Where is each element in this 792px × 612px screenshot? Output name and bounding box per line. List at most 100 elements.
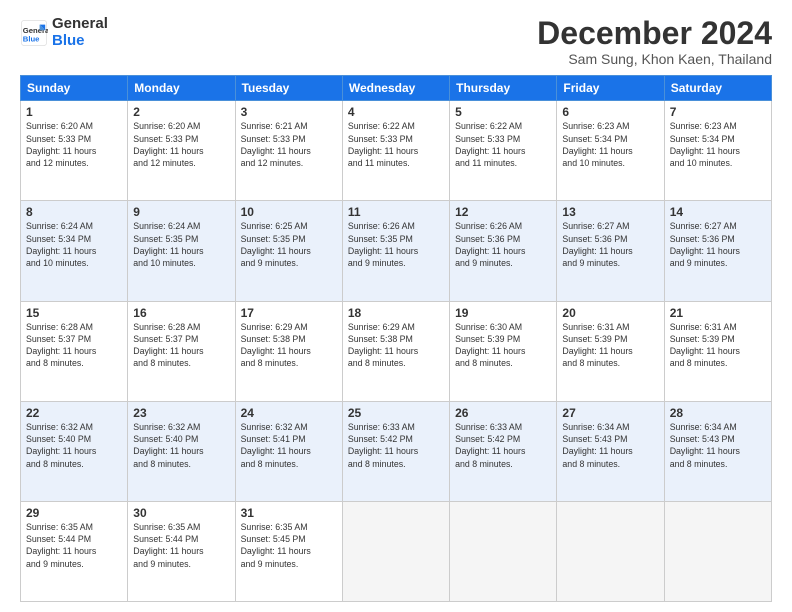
table-cell: 27Sunrise: 6:34 AM Sunset: 5:43 PM Dayli… [557,401,664,501]
day-info: Sunrise: 6:30 AM Sunset: 5:39 PM Dayligh… [455,321,551,370]
day-info: Sunrise: 6:31 AM Sunset: 5:39 PM Dayligh… [562,321,658,370]
day-number: 9 [133,205,229,219]
day-number: 29 [26,506,122,520]
header: General Blue General Blue December 2024 … [20,16,772,67]
col-thursday: Thursday [450,76,557,101]
day-number: 26 [455,406,551,420]
table-row: 29Sunrise: 6:35 AM Sunset: 5:44 PM Dayli… [21,501,772,601]
day-number: 22 [26,406,122,420]
table-cell: 6Sunrise: 6:23 AM Sunset: 5:34 PM Daylig… [557,101,664,201]
day-info: Sunrise: 6:24 AM Sunset: 5:35 PM Dayligh… [133,220,229,269]
day-info: Sunrise: 6:31 AM Sunset: 5:39 PM Dayligh… [670,321,766,370]
col-wednesday: Wednesday [342,76,449,101]
day-number: 13 [562,205,658,219]
col-monday: Monday [128,76,235,101]
table-cell: 16Sunrise: 6:28 AM Sunset: 5:37 PM Dayli… [128,301,235,401]
table-cell: 3Sunrise: 6:21 AM Sunset: 5:33 PM Daylig… [235,101,342,201]
day-number: 10 [241,205,337,219]
table-row: 15Sunrise: 6:28 AM Sunset: 5:37 PM Dayli… [21,301,772,401]
day-number: 24 [241,406,337,420]
table-cell: 18Sunrise: 6:29 AM Sunset: 5:38 PM Dayli… [342,301,449,401]
day-info: Sunrise: 6:33 AM Sunset: 5:42 PM Dayligh… [455,421,551,470]
table-cell: 17Sunrise: 6:29 AM Sunset: 5:38 PM Dayli… [235,301,342,401]
table-cell: 4Sunrise: 6:22 AM Sunset: 5:33 PM Daylig… [342,101,449,201]
table-cell: 26Sunrise: 6:33 AM Sunset: 5:42 PM Dayli… [450,401,557,501]
day-info: Sunrise: 6:25 AM Sunset: 5:35 PM Dayligh… [241,220,337,269]
table-cell: 2Sunrise: 6:20 AM Sunset: 5:33 PM Daylig… [128,101,235,201]
table-cell: 11Sunrise: 6:26 AM Sunset: 5:35 PM Dayli… [342,201,449,301]
day-number: 15 [26,306,122,320]
table-cell: 22Sunrise: 6:32 AM Sunset: 5:40 PM Dayli… [21,401,128,501]
day-number: 12 [455,205,551,219]
day-number: 7 [670,105,766,119]
day-info: Sunrise: 6:28 AM Sunset: 5:37 PM Dayligh… [26,321,122,370]
day-number: 5 [455,105,551,119]
table-row: 1Sunrise: 6:20 AM Sunset: 5:33 PM Daylig… [21,101,772,201]
table-cell: 13Sunrise: 6:27 AM Sunset: 5:36 PM Dayli… [557,201,664,301]
table-cell: 1Sunrise: 6:20 AM Sunset: 5:33 PM Daylig… [21,101,128,201]
day-info: Sunrise: 6:27 AM Sunset: 5:36 PM Dayligh… [670,220,766,269]
day-info: Sunrise: 6:24 AM Sunset: 5:34 PM Dayligh… [26,220,122,269]
table-cell: 29Sunrise: 6:35 AM Sunset: 5:44 PM Dayli… [21,501,128,601]
day-number: 27 [562,406,658,420]
table-cell: 5Sunrise: 6:22 AM Sunset: 5:33 PM Daylig… [450,101,557,201]
table-row: 8Sunrise: 6:24 AM Sunset: 5:34 PM Daylig… [21,201,772,301]
col-friday: Friday [557,76,664,101]
day-info: Sunrise: 6:23 AM Sunset: 5:34 PM Dayligh… [562,120,658,169]
calendar-page: General Blue General Blue December 2024 … [0,0,792,612]
logo-icon: General Blue [20,19,48,47]
table-cell: 7Sunrise: 6:23 AM Sunset: 5:34 PM Daylig… [664,101,771,201]
day-info: Sunrise: 6:27 AM Sunset: 5:36 PM Dayligh… [562,220,658,269]
day-number: 3 [241,105,337,119]
day-number: 17 [241,306,337,320]
table-cell: 30Sunrise: 6:35 AM Sunset: 5:44 PM Dayli… [128,501,235,601]
table-cell: 21Sunrise: 6:31 AM Sunset: 5:39 PM Dayli… [664,301,771,401]
day-number: 30 [133,506,229,520]
table-cell: 12Sunrise: 6:26 AM Sunset: 5:36 PM Dayli… [450,201,557,301]
day-info: Sunrise: 6:20 AM Sunset: 5:33 PM Dayligh… [26,120,122,169]
col-saturday: Saturday [664,76,771,101]
table-cell: 19Sunrise: 6:30 AM Sunset: 5:39 PM Dayli… [450,301,557,401]
day-info: Sunrise: 6:22 AM Sunset: 5:33 PM Dayligh… [455,120,551,169]
day-number: 14 [670,205,766,219]
day-number: 6 [562,105,658,119]
day-number: 8 [26,205,122,219]
day-info: Sunrise: 6:26 AM Sunset: 5:35 PM Dayligh… [348,220,444,269]
day-info: Sunrise: 6:29 AM Sunset: 5:38 PM Dayligh… [241,321,337,370]
table-cell: 20Sunrise: 6:31 AM Sunset: 5:39 PM Dayli… [557,301,664,401]
calendar-header-row: Sunday Monday Tuesday Wednesday Thursday… [21,76,772,101]
table-cell [557,501,664,601]
table-cell: 9Sunrise: 6:24 AM Sunset: 5:35 PM Daylig… [128,201,235,301]
col-sunday: Sunday [21,76,128,101]
day-info: Sunrise: 6:33 AM Sunset: 5:42 PM Dayligh… [348,421,444,470]
day-number: 4 [348,105,444,119]
day-number: 28 [670,406,766,420]
table-cell [664,501,771,601]
table-cell: 15Sunrise: 6:28 AM Sunset: 5:37 PM Dayli… [21,301,128,401]
day-info: Sunrise: 6:34 AM Sunset: 5:43 PM Dayligh… [562,421,658,470]
day-number: 31 [241,506,337,520]
day-number: 25 [348,406,444,420]
day-info: Sunrise: 6:22 AM Sunset: 5:33 PM Dayligh… [348,120,444,169]
day-info: Sunrise: 6:28 AM Sunset: 5:37 PM Dayligh… [133,321,229,370]
title-block: December 2024 Sam Sung, Khon Kaen, Thail… [537,16,772,67]
table-cell: 8Sunrise: 6:24 AM Sunset: 5:34 PM Daylig… [21,201,128,301]
day-number: 2 [133,105,229,119]
table-cell: 14Sunrise: 6:27 AM Sunset: 5:36 PM Dayli… [664,201,771,301]
day-info: Sunrise: 6:21 AM Sunset: 5:33 PM Dayligh… [241,120,337,169]
day-info: Sunrise: 6:35 AM Sunset: 5:44 PM Dayligh… [133,521,229,570]
table-row: 22Sunrise: 6:32 AM Sunset: 5:40 PM Dayli… [21,401,772,501]
day-info: Sunrise: 6:34 AM Sunset: 5:43 PM Dayligh… [670,421,766,470]
table-cell: 23Sunrise: 6:32 AM Sunset: 5:40 PM Dayli… [128,401,235,501]
table-cell [450,501,557,601]
day-info: Sunrise: 6:26 AM Sunset: 5:36 PM Dayligh… [455,220,551,269]
day-info: Sunrise: 6:20 AM Sunset: 5:33 PM Dayligh… [133,120,229,169]
day-number: 20 [562,306,658,320]
day-info: Sunrise: 6:35 AM Sunset: 5:44 PM Dayligh… [26,521,122,570]
table-cell: 25Sunrise: 6:33 AM Sunset: 5:42 PM Dayli… [342,401,449,501]
calendar-table: Sunday Monday Tuesday Wednesday Thursday… [20,75,772,602]
day-number: 18 [348,306,444,320]
table-cell: 24Sunrise: 6:32 AM Sunset: 5:41 PM Dayli… [235,401,342,501]
day-info: Sunrise: 6:29 AM Sunset: 5:38 PM Dayligh… [348,321,444,370]
day-number: 1 [26,105,122,119]
